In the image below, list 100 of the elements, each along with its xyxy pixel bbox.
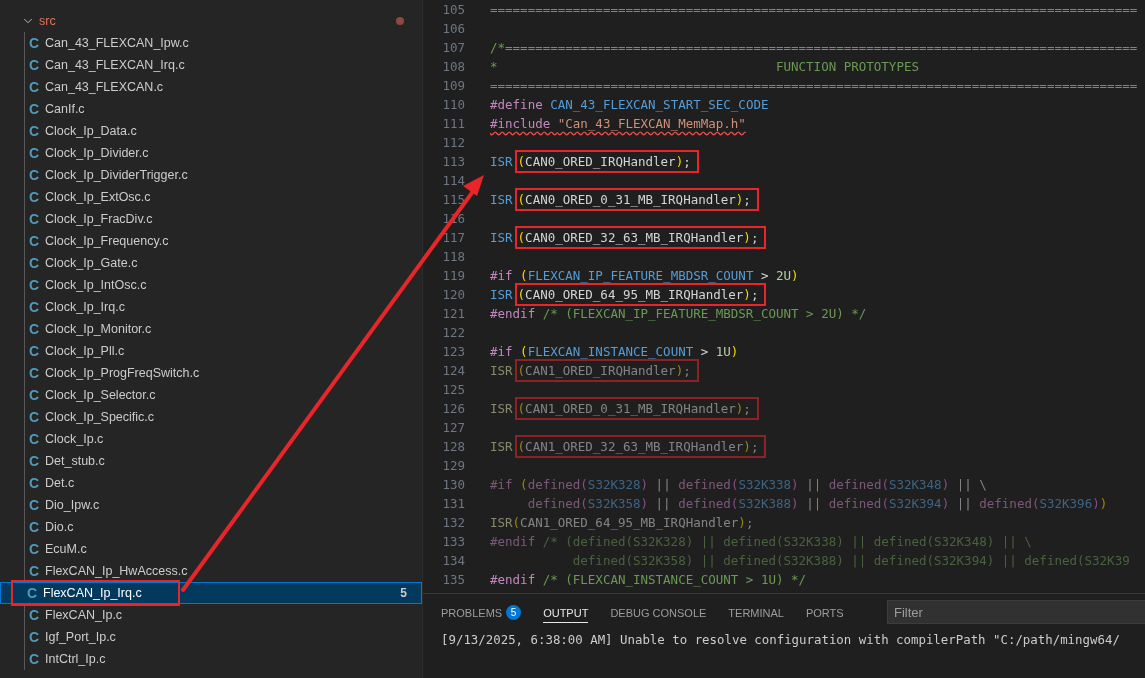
file-item[interactable]: C CanIf.c (0, 98, 422, 120)
file-item[interactable]: C Clock_Ip_Data.c (0, 120, 422, 142)
line-number: 134 (441, 552, 465, 570)
file-item[interactable]: C FlexCAN_Ip_Irq.c 5 (0, 582, 422, 604)
c-file-icon: C (29, 651, 45, 667)
code-line: #endif /* (defined(S32K328) || defined(S32K338) || defined(S32K348) || \ (490, 533, 1032, 551)
code-line: ====================================================================================== (490, 1, 1138, 19)
line-number: 114 (441, 172, 465, 190)
line-number: 123 (441, 343, 465, 361)
file-item[interactable]: C Clock_Ip_Selector.c (0, 384, 422, 406)
file-item[interactable]: C Clock_Ip_Divider.c (0, 142, 422, 164)
line-number: 113 (441, 153, 465, 171)
file-item[interactable]: C Clock_Ip_Monitor.c (0, 318, 422, 340)
output-line: [9/13/2025, 6:38:00 AM] Unable to resolve configuration with compilerPath "C:/path/mingw64/ (441, 632, 1121, 647)
file-item[interactable]: C Det_stub.c (0, 450, 422, 472)
line-number: 112 (441, 134, 465, 152)
file-item[interactable]: C Can_43_FLEXCAN_Ipw.c (0, 32, 422, 54)
folder-item[interactable]: src (0, 10, 422, 32)
line-number: 110 (441, 96, 465, 114)
file-name: FlexCAN_Ip_HwAccess.c (45, 564, 188, 578)
file-item[interactable]: C Det.c (0, 472, 422, 494)
file-name: Clock_Ip_Selector.c (45, 388, 156, 402)
code-line: #if (FLEXCAN_INSTANCE_COUNT > 1U) (490, 343, 739, 361)
c-file-icon: C (29, 35, 45, 51)
annotation-box: (CAN0_ORED_IRQHandler); (514, 150, 699, 173)
code-line: ISR (CAN0_ORED_IRQHandler); (490, 152, 699, 171)
file-name: Dio.c (45, 520, 74, 534)
line-number: 109 (441, 77, 465, 95)
c-file-icon: C (29, 123, 45, 139)
file-item[interactable]: C Clock_Ip_DividerTrigger.c (0, 164, 422, 186)
file-item[interactable]: C FlexCAN_Ip.c (0, 604, 422, 626)
file-item[interactable]: C Clock_Ip_IntOsc.c (0, 274, 422, 296)
file-name: Clock_Ip_Data.c (45, 124, 137, 138)
filter-field[interactable]: Filter (887, 600, 1145, 624)
panel-tab[interactable]: PORTS (805, 601, 844, 623)
code-line: defined(S32K358) || defined(S32K388) || defined(S32K394) || defined(S32K39 (571, 552, 1130, 570)
code-line: defined(S32K358) || defined(S32K388) || defined(S32K394) || defined(S32K396)) (526, 495, 1108, 513)
line-number: 117 (441, 229, 465, 247)
c-file-icon: C (29, 79, 45, 95)
file-name: CanIf.c (45, 102, 85, 116)
file-item[interactable]: C Clock_Ip.c (0, 428, 422, 450)
c-file-icon: C (29, 233, 45, 249)
c-file-icon: C (29, 629, 45, 645)
file-item[interactable]: C Clock_Ip_Frequency.c (0, 230, 422, 252)
file-item[interactable]: C FlexCAN_Ip_HwAccess.c (0, 560, 422, 582)
annotation-box: (CAN0_ORED_0_31_MB_IRQHandler); (514, 188, 759, 211)
file-name: Clock_Ip_ProgFreqSwitch.c (45, 366, 200, 380)
code-line: ISR (CAN1_ORED_IRQHandler); (490, 361, 699, 380)
panel-tab[interactable]: DEBUG CONSOLE (610, 601, 707, 623)
file-item[interactable]: C Clock_Ip_FracDiv.c (0, 208, 422, 230)
file-item[interactable]: C Dio_Ipw.c (0, 494, 422, 516)
c-file-icon: C (29, 189, 45, 205)
file-name: Det.c (45, 476, 75, 490)
line-number: 106 (441, 20, 465, 38)
file-item[interactable]: C Dio.c (0, 516, 422, 538)
file-name: Clock_Ip_Irq.c (45, 300, 125, 314)
code-line: #if (FLEXCAN_IP_FEATURE_MBDSR_COUNT > 2U) (490, 267, 799, 285)
c-file-icon: C (29, 57, 45, 73)
c-file-icon: C (29, 211, 45, 227)
line-number: 105 (441, 1, 465, 19)
line-number: 119 (441, 267, 465, 285)
file-name: Clock_Ip_ExtOsc.c (45, 190, 151, 204)
file-name: Clock_Ip_Gate.c (45, 256, 138, 270)
annotation-box: (CAN0_ORED_32_63_MB_IRQHandler); (514, 226, 767, 249)
line-number: 115 (441, 191, 465, 209)
file-item[interactable]: C Clock_Ip_ExtOsc.c (0, 186, 422, 208)
file-item[interactable]: C EcuM.c (0, 538, 422, 560)
file-name: Clock_Ip_IntOsc.c (45, 278, 147, 292)
file-item[interactable]: C Clock_Ip_Pll.c (0, 340, 422, 362)
annotation-box: (CAN1_ORED_32_63_MB_IRQHandler); (514, 435, 767, 458)
line-number: 125 (441, 381, 465, 399)
file-name: IntCtrl_Ip.c (45, 652, 106, 666)
file-item[interactable]: C Can_43_FLEXCAN_Irq.c (0, 54, 422, 76)
code-line: ISR (CAN0_ORED_64_95_MB_IRQHandler); (490, 285, 767, 304)
line-number: 132 (441, 514, 465, 532)
line-number: 133 (441, 533, 465, 551)
panel-tab[interactable]: TERMINAL (728, 601, 784, 623)
file-item[interactable]: C IntCtrl_Ip.c (0, 648, 422, 670)
file-item[interactable]: C Clock_Ip_Irq.c (0, 296, 422, 318)
file-item[interactable]: C Can_43_FLEXCAN.c (0, 76, 422, 98)
line-number: 121 (441, 305, 465, 323)
file-item[interactable]: C Clock_Ip_Gate.c (0, 252, 422, 274)
code-line: ISR (CAN0_ORED_32_63_MB_IRQHandler); (490, 228, 767, 247)
line-number: 107 (441, 39, 465, 57)
file-item[interactable]: C Clock_Ip_Specific.c (0, 406, 422, 428)
file-name: Can_43_FLEXCAN_Irq.c (45, 58, 185, 72)
c-file-icon: C (29, 343, 45, 359)
c-file-icon: C (29, 453, 45, 469)
panel-tab[interactable]: PROBLEMS 5 (441, 601, 522, 623)
code-line: ISR (CAN0_ORED_0_31_MB_IRQHandler); (490, 190, 759, 209)
file-name: Det_stub.c (45, 454, 105, 468)
annotation-box: (CAN0_ORED_64_95_MB_IRQHandler); (514, 283, 767, 306)
panel-tab[interactable]: OUTPUT (543, 601, 589, 623)
count-badge: 5 (506, 605, 522, 620)
file-item[interactable]: C Igf_Port_Ip.c (0, 626, 422, 648)
file-item[interactable]: C Clock_Ip_ProgFreqSwitch.c (0, 362, 422, 384)
line-number: 127 (441, 419, 465, 437)
c-file-icon: C (29, 387, 45, 403)
code-line: ISR (CAN1_ORED_0_31_MB_IRQHandler); (490, 399, 759, 418)
code-line: #define CAN_43_FLEXCAN_START_SEC_CODE (490, 96, 769, 114)
